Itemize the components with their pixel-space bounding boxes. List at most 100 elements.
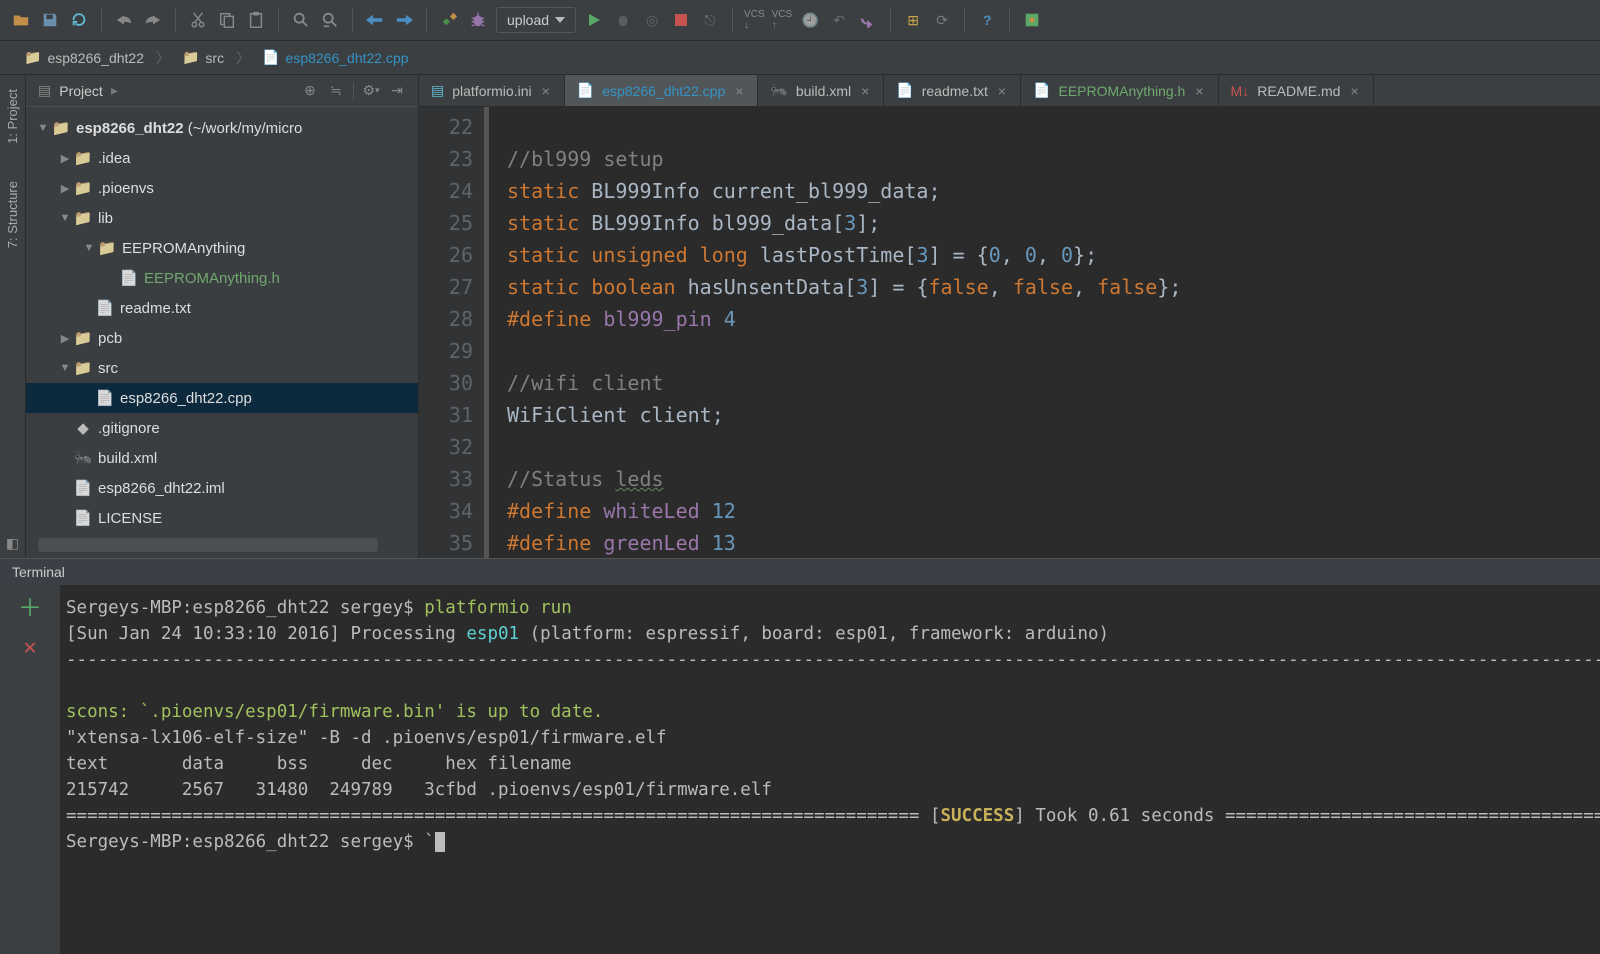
tree-eeprom-h[interactable]: EEPROMAnything.h — [26, 263, 418, 293]
folder-icon — [74, 209, 92, 227]
tab-eeprom-h[interactable]: 📄EEPROMAnything.h× — [1021, 75, 1218, 106]
open-icon[interactable] — [10, 9, 32, 31]
folder-icon — [74, 179, 92, 197]
tree-src[interactable]: ▼src — [26, 353, 418, 383]
iml-file-icon — [74, 479, 92, 497]
target-icon[interactable]: ⊕ — [301, 82, 319, 100]
cpp-icon: 📄 — [262, 49, 279, 66]
close-icon[interactable]: × — [1348, 83, 1360, 99]
crumb-root[interactable]: esp8266_dht22 — [14, 45, 154, 70]
stop-icon[interactable] — [670, 9, 692, 31]
crumb-src[interactable]: src — [172, 45, 234, 70]
folder-icon — [74, 329, 92, 347]
revert-icon[interactable]: ↶ — [828, 9, 850, 31]
project-panel-title: Project — [59, 83, 103, 99]
crumb-file[interactable]: 📄 esp8266_dht22.cpp — [252, 45, 418, 70]
terminal-toolbar: ＋ ✕ — [0, 585, 60, 954]
editor-area: ▤platformio.ini× 📄esp8266_dht22.cpp× 🐜bu… — [419, 75, 1600, 558]
crumb-separator: 〉 — [236, 48, 250, 68]
undo2-icon[interactable] — [857, 9, 879, 31]
folder-icon — [182, 49, 199, 66]
paste-icon[interactable] — [245, 9, 267, 31]
cut-icon[interactable] — [187, 9, 209, 31]
close-icon[interactable]: × — [540, 83, 552, 99]
folder-icon — [98, 239, 116, 257]
tree-idea[interactable]: ▶.idea — [26, 143, 418, 173]
close-icon[interactable]: × — [859, 83, 871, 99]
forward-arrow-icon[interactable] — [393, 9, 415, 31]
vcs-commit-icon[interactable]: VCS↑ — [772, 9, 793, 31]
terminal-output[interactable]: Sergeys-MBP:esp8266_dht22 sergey$ platfo… — [60, 585, 1600, 954]
tab-platformio[interactable]: ▤platformio.ini× — [419, 75, 565, 106]
sync-icon[interactable]: ⟳ — [931, 9, 953, 31]
line-gutter: 2223242526272829303132333435 — [419, 107, 489, 558]
close-session-icon[interactable]: ✕ — [23, 635, 36, 661]
tab-main-cpp[interactable]: 📄esp8266_dht22.cpp× — [565, 75, 759, 106]
tree-main-cpp[interactable]: esp8266_dht22.cpp — [26, 383, 418, 413]
folder-icon — [24, 49, 41, 66]
folder-icon — [74, 359, 92, 377]
project-panel-header: ▤ Project ▸ ⊕ ≒ ⚙▾ ⇥ — [26, 75, 418, 107]
tool-structure[interactable]: 7: Structure — [5, 175, 20, 254]
refresh-icon[interactable] — [68, 9, 90, 31]
code-editor[interactable]: 2223242526272829303132333435 //bl999 set… — [419, 107, 1600, 558]
collapse-icon[interactable]: ◧ — [6, 535, 19, 558]
replace-icon[interactable] — [319, 9, 341, 31]
undo-icon[interactable] — [113, 9, 135, 31]
tab-readme-txt[interactable]: 📄readme.txt× — [884, 75, 1021, 106]
tree-pcb[interactable]: ▶pcb — [26, 323, 418, 353]
history-icon[interactable]: 🕘 — [799, 9, 821, 31]
save-icon[interactable] — [39, 9, 61, 31]
find-icon[interactable] — [290, 9, 312, 31]
tree-buildxml[interactable]: 🐜build.xml — [26, 443, 418, 473]
project-panel: ▤ Project ▸ ⊕ ≒ ⚙▾ ⇥ ▼ esp8266_dht22 (~/… — [26, 75, 419, 558]
tree-gitignore[interactable]: ◆.gitignore — [26, 413, 418, 443]
close-icon[interactable]: × — [996, 83, 1008, 99]
help-icon[interactable]: ? — [976, 9, 998, 31]
copy-icon[interactable] — [216, 9, 238, 31]
tree-pioenvs[interactable]: ▶.pioenvs — [26, 173, 418, 203]
coverage-icon[interactable]: ◎ — [641, 9, 663, 31]
chevron-right-icon[interactable]: ▸ — [111, 82, 118, 99]
folder-icon — [74, 149, 92, 167]
redo-icon[interactable] — [142, 9, 164, 31]
hide-icon[interactable]: ⇥ — [388, 82, 406, 100]
new-session-icon[interactable]: ＋ — [18, 595, 42, 621]
cpp-file-icon — [96, 389, 114, 407]
tree-scrollbar[interactable] — [38, 538, 378, 552]
tree-iml[interactable]: esp8266_dht22.iml — [26, 473, 418, 503]
tree-eeprom-dir[interactable]: ▼EEPROMAnything — [26, 233, 418, 263]
git-file-icon: ◆ — [74, 419, 92, 437]
tab-readme-md[interactable]: M↓README.md× — [1219, 75, 1374, 106]
close-icon[interactable]: × — [733, 83, 745, 99]
run-config-dropdown[interactable]: upload — [496, 7, 576, 33]
upload-label: upload — [507, 12, 549, 28]
tool-project[interactable]: 1: Project — [5, 83, 20, 150]
text-file-icon — [74, 509, 92, 527]
terminal-cursor — [435, 832, 445, 852]
editor-tabs: ▤platformio.ini× 📄esp8266_dht22.cpp× 🐜bu… — [419, 75, 1600, 107]
sort-icon[interactable]: ≒ — [327, 82, 345, 100]
vcs-update-icon[interactable]: VCS↓ — [744, 9, 765, 31]
code-body[interactable]: //bl999 setup static BL999Info current_b… — [489, 107, 1600, 558]
debug-icon[interactable] — [612, 9, 634, 31]
tree-license[interactable]: LICENSE — [26, 503, 418, 533]
tree-root[interactable]: ▼ esp8266_dht22 (~/work/my/micro — [26, 113, 418, 143]
crumb-separator: 〉 — [156, 48, 170, 68]
gear-icon[interactable]: ⚙▾ — [362, 82, 380, 100]
platformio-icon[interactable] — [1021, 9, 1043, 31]
build-icon[interactable] — [438, 9, 460, 31]
project-tree[interactable]: ▼ esp8266_dht22 (~/work/my/micro ▶.idea … — [26, 107, 418, 538]
run-icon[interactable] — [583, 9, 605, 31]
back-arrow-icon[interactable] — [364, 9, 386, 31]
attach-icon[interactable]: ⎋ — [699, 9, 721, 31]
structure-icon[interactable]: ⊞ — [902, 9, 924, 31]
close-icon[interactable]: × — [1193, 83, 1205, 99]
terminal-header[interactable]: Terminal — [0, 559, 1600, 585]
tab-buildxml[interactable]: 🐜build.xml× — [758, 75, 884, 106]
tree-readme-txt[interactable]: readme.txt — [26, 293, 418, 323]
breadcrumb: esp8266_dht22 〉 src 〉 📄 esp8266_dht22.cp… — [0, 41, 1600, 75]
tree-lib[interactable]: ▼lib — [26, 203, 418, 233]
bug-icon[interactable] — [467, 9, 489, 31]
ant-file-icon: 🐜 — [74, 449, 92, 467]
